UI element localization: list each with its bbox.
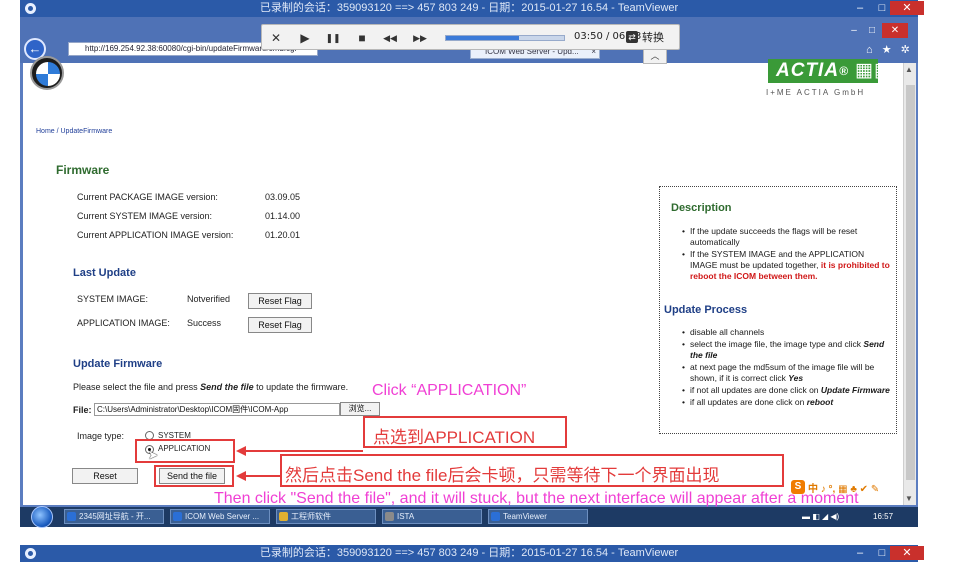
pause-button[interactable]: ❚❚: [325, 30, 341, 46]
application-version-value: 01.20.01: [265, 230, 301, 240]
package-version-label: Current PACKAGE IMAGE version:: [77, 192, 218, 202]
stop-button[interactable]: ■: [354, 30, 370, 46]
start-button[interactable]: [31, 506, 53, 528]
reset-button[interactable]: Reset: [72, 468, 138, 484]
update-process-heading: Update Process: [664, 304, 748, 316]
breadcrumb[interactable]: Home / UpdateFirmware: [36, 128, 112, 135]
ie-icon: [67, 512, 76, 521]
taskbar-item[interactable]: ISTA: [382, 509, 482, 524]
taskbar-item[interactable]: TeamViewer: [488, 509, 588, 524]
reset-flag-system-button[interactable]: Reset Flag: [248, 293, 312, 309]
playback-toolbar: ✕ ▶ ❚❚ ■ ◀◀ ▶▶ 03:50 / 06:13 ⇄ 转换: [261, 24, 680, 50]
teamviewer-titlebar-bottom: 已录制的会话：359093120 ==> 457 803 249 - 日期：20…: [20, 545, 924, 562]
system-image-status: Notverified: [187, 294, 231, 304]
system-version-label: Current SYSTEM IMAGE version:: [77, 211, 213, 221]
send-file-annotation-en: Then click "Send the file", and it will …: [214, 490, 859, 507]
image-type-label: Image type:: [77, 431, 125, 441]
stop-playback-button[interactable]: ✕: [268, 30, 284, 46]
package-version-value: 03.09.05: [265, 192, 301, 202]
ista-icon: [385, 512, 394, 521]
seek-bar[interactable]: [445, 35, 565, 41]
description-heading: Description: [671, 202, 732, 214]
update-instruction: Please select the file and press Send th…: [73, 382, 349, 392]
select-application-annotation: 点选到APPLICATION: [373, 428, 536, 447]
play-button[interactable]: ▶: [297, 30, 313, 46]
convert-button[interactable]: 转换: [642, 29, 664, 45]
bmw-logo: [30, 56, 64, 90]
close-button[interactable]: ✕: [890, 546, 924, 560]
application-image-label: APPLICATION IMAGE:: [77, 318, 170, 328]
teamviewer-titlebar: 已录制的会话：359093120 ==> 457 803 249 - 日期：20…: [20, 0, 924, 17]
process-item: at next page the md5sum of the image fil…: [682, 362, 892, 384]
seek-progress: [446, 36, 519, 40]
application-highlight-box: [135, 439, 235, 463]
update-process-list: disable all channels select the image fi…: [682, 327, 892, 409]
clock[interactable]: 16:57: [873, 512, 893, 521]
forward-button[interactable]: ▶▶: [412, 30, 428, 46]
rewind-button[interactable]: ◀◀: [382, 30, 398, 46]
scroll-up-icon[interactable]: ▲: [905, 65, 913, 74]
file-label: File:: [73, 405, 92, 415]
ie-icon: [173, 512, 182, 521]
process-item: disable all channels: [682, 327, 892, 338]
process-item: if all updates are done click on reboot: [682, 397, 892, 408]
scroll-thumb[interactable]: [906, 85, 915, 480]
arrow-to-application: [243, 450, 363, 452]
actia-logo: ACTIA® ▦▦: [768, 59, 892, 83]
description-item: If the SYSTEM IMAGE and the APPLICATION …: [682, 249, 892, 282]
convert-icon: ⇄: [626, 31, 638, 43]
description-list: If the update succeeds the flags will be…: [682, 226, 892, 283]
system-tray-icons[interactable]: ▬ ◧ ◢ ◀): [802, 512, 839, 521]
system-image-label: SYSTEM IMAGE:: [77, 294, 149, 304]
arrow-to-send-file: [244, 475, 280, 477]
vertical-scrollbar[interactable]: ▲ ▼: [903, 63, 916, 505]
file-path-input[interactable]: C:\Users\Administrator\Desktop\ICOM固件\IC…: [94, 403, 340, 416]
description-item: If the update succeeds the flags will be…: [682, 226, 892, 248]
last-update-heading: Last Update: [73, 267, 136, 279]
window-title: 已录制的会话：359093120 ==> 457 803 249 - 日期：20…: [259, 2, 679, 14]
click-application-annotation: Click “APPLICATION”: [372, 382, 527, 399]
close-button[interactable]: ✕: [890, 1, 924, 15]
remote-maximize-button[interactable]: □: [864, 23, 880, 38]
firmware-heading: Firmware: [56, 163, 110, 177]
actia-subtitle: I+ME ACTIA GmbH: [766, 88, 866, 97]
minimize-button[interactable]: –: [849, 546, 871, 560]
select-application-callout: 点选到APPLICATION: [363, 416, 567, 448]
update-firmware-heading: Update Firmware: [73, 358, 163, 370]
send-file-highlight-box: [154, 465, 234, 487]
application-image-status: Success: [187, 318, 222, 328]
arrow-head-icon: [236, 471, 246, 481]
minimize-button[interactable]: –: [849, 1, 871, 15]
send-file-annotation-cn: 然后点击Send the file后会卡顿，只需等待下一个界面出现: [285, 466, 720, 485]
send-file-callout: 然后点击Send the file后会卡顿，只需等待下一个界面出现: [280, 454, 784, 487]
browser-home-fav-settings-icons[interactable]: ⌂ ★ ✲: [866, 43, 913, 56]
arrow-head-icon: [236, 446, 246, 456]
browse-button[interactable]: 浏览...: [340, 402, 380, 416]
remote-minimize-button[interactable]: –: [846, 23, 862, 38]
toolbar-dropdown-button[interactable]: ︿: [643, 50, 667, 64]
taskbar-item[interactable]: ICOM Web Server ...: [170, 509, 270, 524]
teamviewer-icon: [491, 512, 500, 521]
taskbar-item[interactable]: 工程师软件: [276, 509, 376, 524]
process-item: if not all updates are done click on Upd…: [682, 385, 892, 396]
window-title-bottom: 已录制的会话：359093120 ==> 457 803 249 - 日期：20…: [259, 547, 679, 559]
remote-close-button[interactable]: ✕: [882, 23, 908, 38]
taskbar-item[interactable]: 2345网址导航 - 开...: [64, 509, 164, 524]
description-panel: Description If the update succeeds the f…: [659, 186, 897, 434]
folder-icon: [279, 512, 288, 521]
system-version-value: 01.14.00: [265, 211, 301, 221]
reset-flag-application-button[interactable]: Reset Flag: [248, 317, 312, 333]
process-item: select the image file, the image type an…: [682, 339, 892, 361]
application-version-label: Current APPLICATION IMAGE version:: [77, 230, 234, 240]
